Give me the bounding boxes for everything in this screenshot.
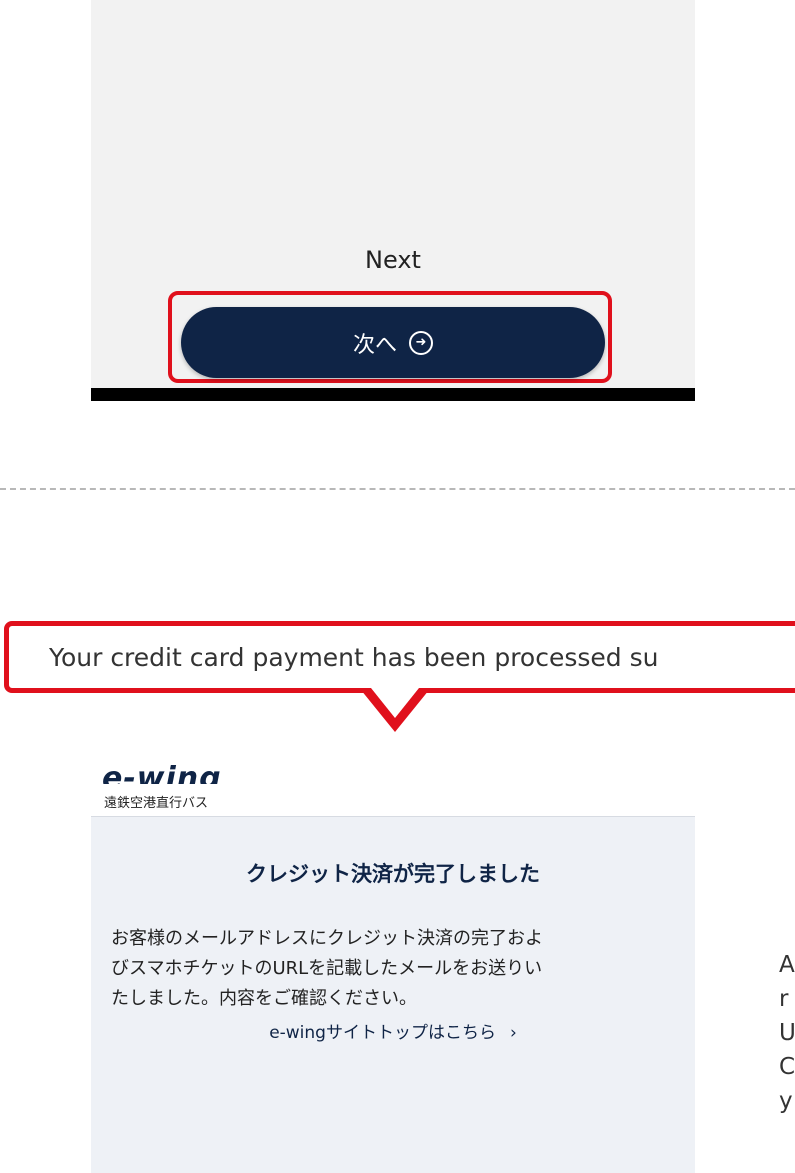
site-top-link-label: e-wingサイトトップはこちら (269, 1023, 496, 1043)
side-annotation-line: r (779, 986, 789, 1012)
completion-title: クレジット決済が完了しました (246, 862, 540, 886)
side-annotation: A r U C y (779, 948, 795, 1118)
payment-callout: Your credit card payment has been proces… (4, 621, 795, 693)
section-divider (0, 488, 795, 490)
side-annotation-line: A (779, 952, 795, 978)
side-annotation-line: U (779, 1020, 795, 1046)
completion-message: お客様のメールアドレスにクレジット決済の完了およ びスマホチケットのURLを記載… (111, 924, 671, 1014)
callout-text: Your credit card payment has been proces… (49, 642, 659, 672)
next-caption: Next (365, 246, 421, 274)
callout-pointer-inner (371, 688, 419, 718)
side-annotation-line: C (779, 1054, 795, 1080)
screen-bottom-bar (91, 388, 695, 401)
brand-logo: e-wing (102, 764, 222, 784)
message-line: たしました。内容をご確認ください。 (111, 988, 417, 1009)
chevron-right-icon: › (509, 1023, 517, 1043)
next-button[interactable]: 次へ ➜ (181, 307, 605, 378)
arrow-right-circle-icon: ➜ (409, 330, 433, 355)
site-top-link[interactable]: e-wingサイトトップはこちら › (91, 1018, 695, 1043)
message-line: お客様のメールアドレスにクレジット決済の完了およ (111, 928, 543, 949)
message-line: びスマホチケットのURLを記載したメールをお送りい (111, 958, 543, 979)
next-button-label: 次へ (352, 332, 397, 358)
brand-subtitle: 遠鉄空港直行バス (104, 796, 209, 811)
side-annotation-line: y (779, 1088, 793, 1114)
